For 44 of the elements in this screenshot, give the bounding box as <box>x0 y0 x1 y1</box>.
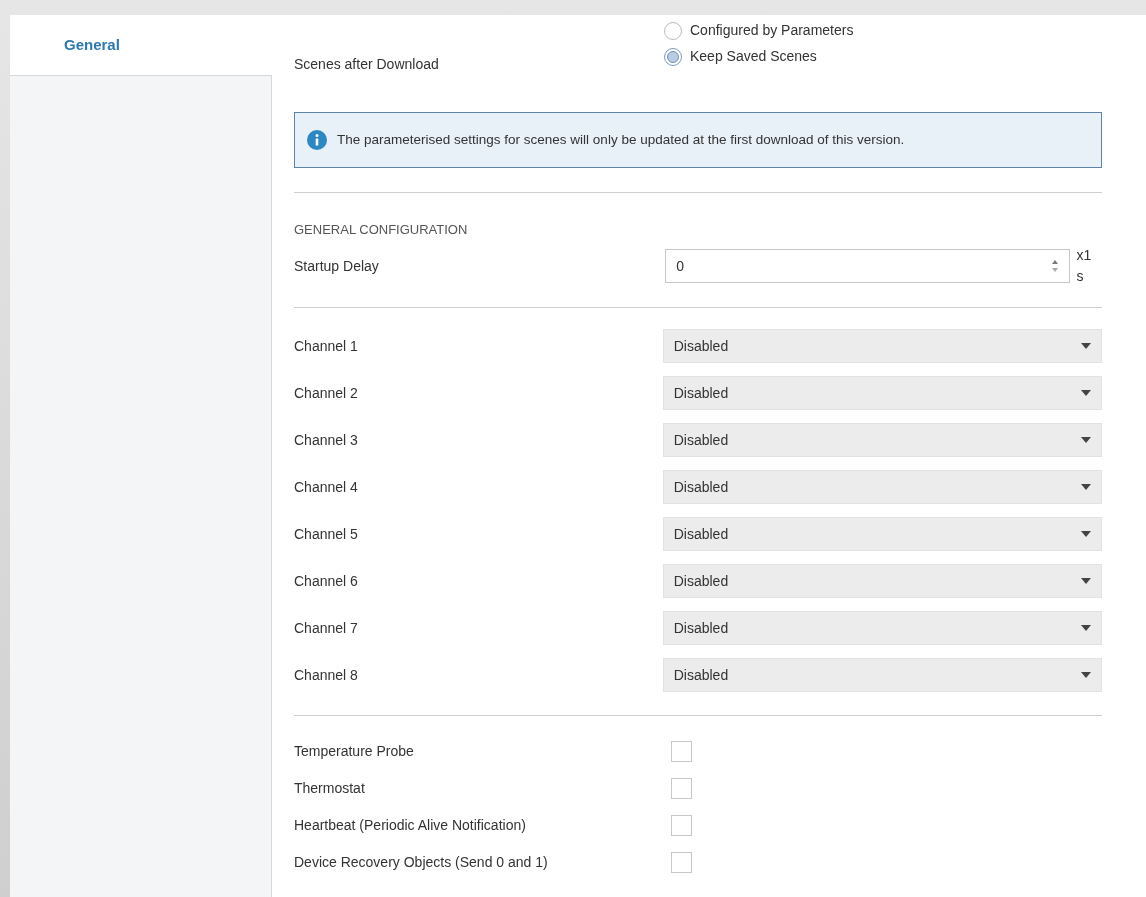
number-field[interactable]: 0 <box>665 249 1071 283</box>
field-label: Channel 7 <box>294 618 359 638</box>
dropdown[interactable]: Disabled <box>662 658 1102 692</box>
checkbox-label: Thermostat <box>294 779 366 798</box>
dropdown[interactable]: Disabled <box>662 376 1102 410</box>
field-label: Channel 4 <box>294 477 359 497</box>
dropdown[interactable]: Disabled <box>662 517 1102 551</box>
field-label: Channel 5 <box>294 524 359 544</box>
radio-button[interactable] <box>664 47 682 66</box>
checkbox[interactable] <box>671 852 692 873</box>
field-label: Scenes after Download <box>294 56 439 72</box>
caret-icon <box>1081 531 1091 537</box>
caret-icon <box>1081 390 1091 396</box>
info-text: The parameterised settings for scenes will only be updated at the first download of this version. <box>337 130 905 149</box>
caret-icon <box>1081 343 1091 349</box>
radio-label[interactable]: Keep Saved Scenes <box>690 46 817 67</box>
field-label: Channel 2 <box>294 383 359 403</box>
caret-icon <box>1081 437 1091 443</box>
dropdown[interactable]: Disabled <box>662 329 1102 363</box>
caret-icon <box>1081 484 1091 490</box>
unit-label: x1 s <box>1076 246 1093 286</box>
caret-icon <box>1081 672 1091 678</box>
checkbox-label: Heartbeat (Periodic Alive Notification) <box>294 816 527 835</box>
field-label: Channel 1 <box>294 336 359 356</box>
field-label: Channel 6 <box>294 571 359 591</box>
checkbox[interactable] <box>671 778 692 799</box>
field-label: Startup Delay <box>294 257 379 274</box>
caret-icon <box>1081 625 1091 631</box>
field-label: Channel 8 <box>294 665 359 685</box>
dropdown[interactable]: Disabled <box>662 423 1102 457</box>
section-heading: GENERAL CONFIGURATION <box>294 222 468 237</box>
radio-label[interactable]: Configured by Parameters <box>690 20 854 41</box>
info-icon <box>307 130 327 150</box>
dropdown[interactable]: Disabled <box>662 470 1102 504</box>
checkbox[interactable] <box>671 815 692 836</box>
field-label: Channel 3 <box>294 430 359 450</box>
checkbox-label: Device Recovery Objects (Send 0 and 1) <box>294 853 549 872</box>
caret-icon <box>1081 578 1091 584</box>
radio-button[interactable] <box>664 21 682 40</box>
spinner-arrows-icon[interactable] <box>1051 258 1060 274</box>
checkbox-label: Temperature Probe <box>294 742 415 761</box>
dropdown[interactable]: Disabled <box>662 611 1102 645</box>
checkbox[interactable] <box>671 741 692 762</box>
dropdown[interactable]: Disabled <box>662 564 1102 598</box>
